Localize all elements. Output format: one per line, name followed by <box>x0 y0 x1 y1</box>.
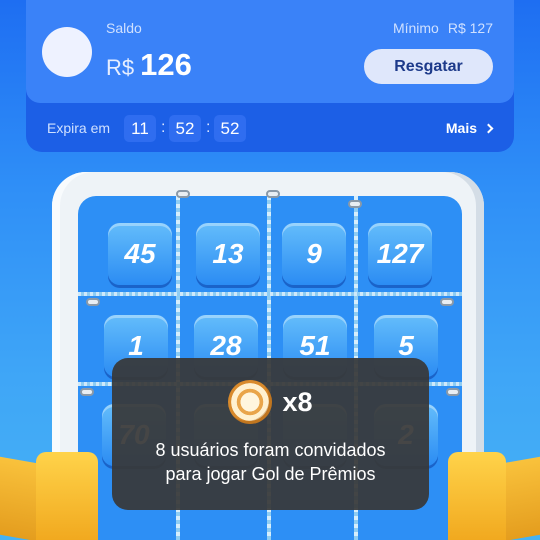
toast-header: x8 <box>112 380 429 424</box>
timer-separator: : <box>161 119 166 136</box>
board-cell[interactable]: 9 <box>282 223 346 285</box>
net-hook <box>80 388 94 396</box>
timer-minutes: 52 <box>169 115 201 142</box>
more-link[interactable]: Mais <box>445 120 494 136</box>
goal-base-left <box>36 452 98 540</box>
net-hook <box>446 388 460 396</box>
net-hook <box>176 190 190 198</box>
timer-seconds: 52 <box>214 115 246 142</box>
expiry-row: Expira em 11 : 52 : 52 Mais <box>26 113 514 143</box>
chevron-right-icon <box>483 123 494 134</box>
net-hook <box>348 200 362 208</box>
net-hook <box>440 298 454 306</box>
more-label: Mais <box>445 120 477 136</box>
net-hook <box>86 298 100 306</box>
currency-symbol: R$ <box>106 55 135 80</box>
board-cell[interactable]: 127 <box>368 223 432 285</box>
avatar[interactable] <box>42 27 92 77</box>
toast-message: 8 usuários foram convidados para jogar G… <box>112 438 429 486</box>
minimum-value: R$ 127 <box>447 20 493 36</box>
expiry-label: Expira em <box>47 120 111 136</box>
minimum-withdrawal: Mínimo R$ 127 <box>393 20 493 36</box>
invite-toast: x8 8 usuários foram convidados para joga… <box>112 358 429 510</box>
balance-panel: Saldo R$ 126 Mínimo R$ 127 Resgatar <box>26 0 514 103</box>
soccer-ball-icon <box>228 380 273 424</box>
minimum-label: Mínimo <box>392 20 439 36</box>
board-cell[interactable]: 13 <box>196 223 260 285</box>
timer-separator: : <box>206 119 211 136</box>
balance-label: Saldo <box>106 20 142 36</box>
net-rope <box>78 292 462 296</box>
timer-hours: 11 <box>124 115 156 142</box>
balance-card: Saldo R$ 126 Mínimo R$ 127 Resgatar Expi… <box>26 0 514 152</box>
goal-base-right <box>448 452 506 540</box>
redeem-button[interactable]: Resgatar <box>364 49 493 84</box>
toast-line: para jogar Gol de Prêmios <box>165 464 376 484</box>
toast-line: 8 usuários foram convidados <box>155 440 386 460</box>
board-cell[interactable]: 45 <box>108 223 172 285</box>
ball-count: x8 <box>282 386 313 417</box>
balance-value: 126 <box>140 47 192 82</box>
net-hook <box>266 190 280 198</box>
balance-amount: R$ 126 <box>106 47 192 83</box>
